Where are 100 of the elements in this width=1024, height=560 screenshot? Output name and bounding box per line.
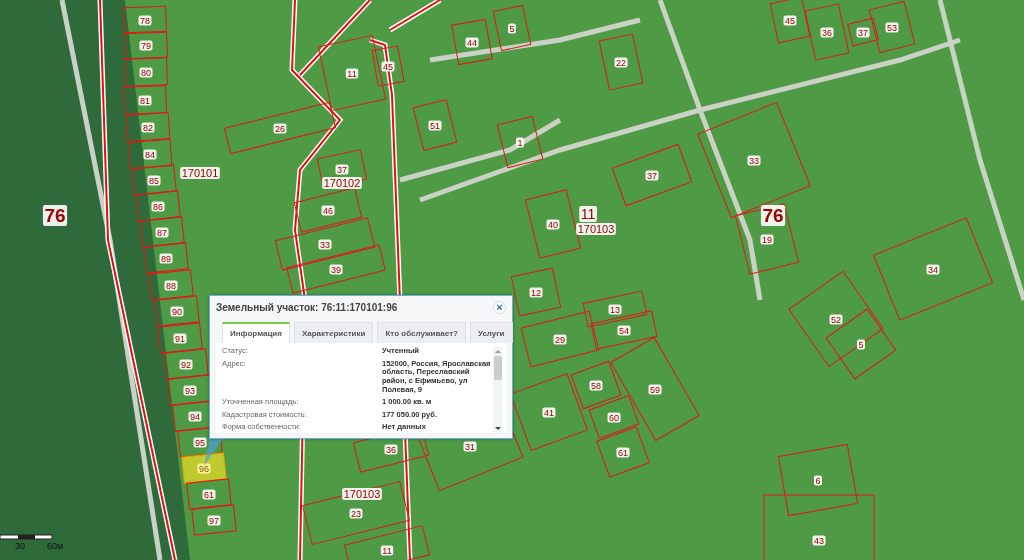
parcel-number: 41 — [542, 407, 556, 418]
scale-bar — [0, 534, 53, 540]
parcel-outline[interactable] — [344, 525, 430, 560]
parcel-outline[interactable] — [293, 187, 363, 233]
parcel-outline[interactable] — [302, 481, 410, 545]
parcel-outline[interactable] — [582, 290, 648, 328]
boundary-line — [388, 0, 442, 33]
parcel-outline[interactable] — [135, 190, 181, 222]
district-number: 76 — [42, 205, 68, 226]
parcel-outline[interactable] — [735, 203, 799, 275]
parcel-number: 45 — [783, 15, 797, 26]
parcel-number: 87 — [155, 227, 169, 238]
parcel-number: 37 — [645, 170, 659, 181]
tab[interactable]: Информация — [222, 322, 290, 343]
parcel-outline[interactable] — [868, 0, 916, 54]
parcel-outline[interactable] — [496, 115, 544, 169]
parcel-number: 39 — [329, 264, 343, 275]
parcel-outline[interactable] — [825, 308, 897, 380]
scale-label: 30 — [15, 541, 25, 551]
parcel-outline[interactable] — [570, 360, 622, 410]
parcel-outline[interactable] — [186, 478, 232, 510]
parcel-number: 79 — [139, 40, 153, 51]
parcel-number: 33 — [747, 155, 761, 166]
parcel-number: 36 — [820, 27, 834, 38]
parcel-number: 12 — [529, 287, 543, 298]
parcel-outline[interactable] — [163, 348, 209, 380]
parcel-number: 85 — [147, 175, 161, 186]
parcel-outline[interactable] — [611, 143, 693, 207]
parcel-outline[interactable] — [139, 216, 185, 248]
parcel-number: 6 — [814, 475, 822, 486]
parcel-outline[interactable] — [157, 322, 203, 354]
tab[interactable]: Кто обслуживает? — [377, 322, 466, 343]
parcel-number: 5 — [508, 23, 516, 34]
block-number: 170103 — [342, 488, 382, 500]
parcel-outline[interactable] — [131, 164, 177, 196]
parcel-number: 92 — [179, 359, 193, 370]
parcel-number: 78 — [138, 15, 152, 26]
parcel-outline[interactable] — [143, 242, 189, 274]
parcel-number: 1 — [516, 137, 524, 148]
parcel-number: 26 — [273, 123, 287, 134]
parcel-number: 61 — [202, 489, 216, 500]
parcel-number: 34 — [926, 264, 940, 275]
parcel-number: 84 — [143, 149, 157, 160]
parcel-number: 52 — [829, 314, 843, 325]
parcel-number: 46 — [321, 205, 335, 216]
parcel-outline[interactable] — [769, 0, 811, 44]
scrollbar[interactable] — [493, 347, 502, 433]
parcel-outline[interactable] — [148, 269, 194, 301]
block-number: 170102 — [322, 177, 362, 189]
parcel-number: 43 — [812, 535, 826, 546]
parcel-outline[interactable] — [127, 139, 173, 169]
parcel-outline[interactable] — [804, 3, 850, 61]
parcel-outline[interactable] — [492, 4, 532, 52]
parcel-outline[interactable] — [412, 99, 458, 151]
parcel-outline[interactable] — [274, 217, 376, 271]
parcel-outline[interactable] — [510, 267, 562, 317]
parcel-number: 60 — [607, 412, 621, 423]
parcel-number: 19 — [760, 234, 774, 245]
parcel-number: 94 — [188, 411, 202, 422]
parcel-number: 13 — [608, 304, 622, 315]
block-number: 170103 — [576, 223, 616, 235]
parcel-outline[interactable] — [125, 112, 171, 142]
parcel-number: 81 — [138, 95, 152, 106]
parcel-number: 51 — [428, 120, 442, 131]
parcel-number: 33 — [318, 239, 332, 250]
parcel-outline[interactable] — [286, 244, 386, 294]
parcel-number: 93 — [183, 385, 197, 396]
parcel-outline[interactable] — [123, 85, 167, 115]
parcel-number: 45 — [381, 61, 395, 72]
parcel-number: 91 — [173, 333, 187, 344]
parcel-outline[interactable] — [451, 18, 493, 66]
parcel-outline[interactable] — [520, 310, 600, 368]
parcel-number: 23 — [349, 508, 363, 519]
tab[interactable]: Услуги — [469, 322, 513, 343]
parcel-number: 53 — [885, 22, 899, 33]
parcel-number: 11 — [345, 68, 359, 79]
parcel-number: 37 — [335, 164, 349, 175]
parcel-number: 90 — [170, 306, 184, 317]
parcel-number: 37 — [856, 27, 870, 38]
parcel-number: 44 — [465, 37, 479, 48]
parcel-outline[interactable] — [124, 30, 168, 60]
parcel-number: 82 — [141, 122, 155, 133]
parcel-outline[interactable] — [124, 57, 168, 87]
parcel-outline[interactable] — [588, 395, 640, 439]
satellite-map[interactable] — [0, 0, 1024, 560]
parcel-outline[interactable] — [847, 17, 879, 47]
parcel-number: 11 — [380, 545, 394, 556]
popup-title: Земельный участок: 76:11:170101:96 — [216, 301, 398, 313]
parcel-outline[interactable] — [123, 5, 167, 35]
parcel-outline[interactable] — [154, 295, 200, 327]
parcel-number: 5 — [857, 339, 865, 350]
parcel-outline[interactable] — [598, 33, 644, 91]
parcel-outline[interactable] — [223, 101, 337, 155]
parcel-outline[interactable] — [371, 45, 405, 87]
close-button[interactable]: × — [493, 300, 506, 314]
parcel-outline[interactable] — [510, 373, 588, 451]
parcel-number: 86 — [151, 201, 165, 212]
tab[interactable]: Характеристики — [293, 322, 374, 343]
parcel-outline[interactable] — [596, 426, 650, 478]
parcel-outline[interactable] — [191, 504, 237, 536]
